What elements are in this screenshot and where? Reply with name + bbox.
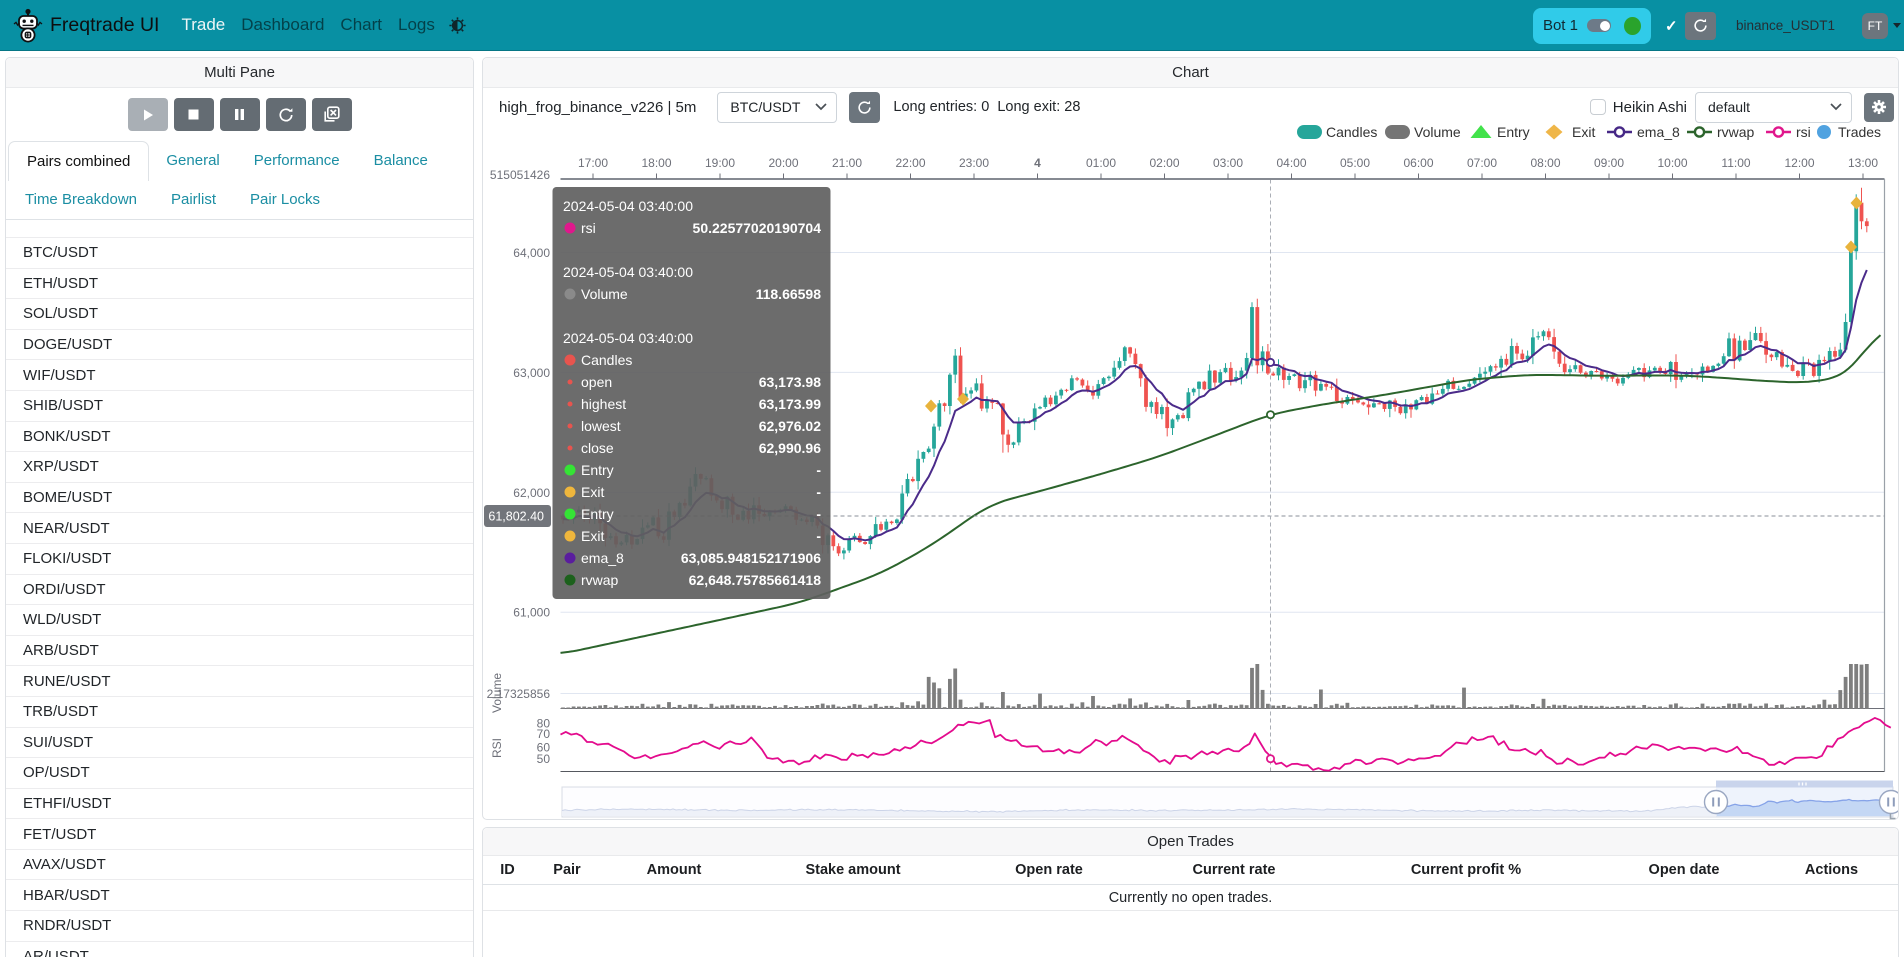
svg-text:close: close — [581, 440, 614, 456]
svg-text:10:00: 10:00 — [1657, 156, 1687, 170]
svg-text:06:00: 06:00 — [1403, 156, 1433, 170]
svg-text:50: 50 — [537, 752, 551, 766]
svg-text:highest: highest — [581, 396, 626, 412]
svg-text:Entry: Entry — [1497, 124, 1530, 140]
svg-text:63,173.98: 63,173.98 — [759, 374, 821, 390]
svg-text:Volume: Volume — [1414, 124, 1461, 140]
svg-text:ema_8: ema_8 — [1637, 124, 1680, 140]
svg-text:22:00: 22:00 — [895, 156, 925, 170]
svg-text:17:00: 17:00 — [578, 156, 608, 170]
svg-text:63,173.99: 63,173.99 — [759, 396, 821, 412]
svg-text:62,000: 62,000 — [513, 486, 550, 500]
svg-text:Trades: Trades — [1838, 124, 1881, 140]
svg-text:07:00: 07:00 — [1467, 156, 1497, 170]
svg-text:Candles: Candles — [581, 352, 632, 368]
svg-text:63,085.948152171906: 63,085.948152171906 — [681, 550, 821, 566]
svg-text:02:00: 02:00 — [1149, 156, 1179, 170]
svg-text:rsi: rsi — [1796, 124, 1811, 140]
svg-text:-: - — [816, 462, 821, 478]
svg-text:-: - — [816, 528, 821, 544]
svg-text:70: 70 — [537, 727, 551, 741]
svg-text:61,802.40: 61,802.40 — [488, 510, 544, 524]
svg-text:03:00: 03:00 — [1213, 156, 1243, 170]
svg-text:62,648.75785661418: 62,648.75785661418 — [689, 572, 822, 588]
svg-text:12:00: 12:00 — [1784, 156, 1814, 170]
svg-text:09:00: 09:00 — [1594, 156, 1624, 170]
svg-text:62,976.02: 62,976.02 — [759, 418, 821, 434]
svg-text:62,990.96: 62,990.96 — [759, 440, 821, 456]
svg-text:Entry: Entry — [581, 506, 614, 522]
svg-text:Exit: Exit — [581, 528, 604, 544]
svg-text:118.66598: 118.66598 — [756, 286, 822, 302]
svg-text:50.22577020190704: 50.22577020190704 — [693, 220, 822, 236]
svg-text:2024-05-04 03:40:00: 2024-05-04 03:40:00 — [563, 330, 693, 346]
svg-text:open: open — [581, 374, 612, 390]
svg-text:Candles: Candles — [1326, 124, 1377, 140]
svg-text:lowest: lowest — [581, 418, 621, 434]
svg-text:13:00: 13:00 — [1848, 156, 1878, 170]
svg-text:21:00: 21:00 — [832, 156, 862, 170]
svg-text:01:00: 01:00 — [1086, 156, 1116, 170]
svg-text:515051426: 515051426 — [490, 168, 550, 182]
svg-text:Volume: Volume — [581, 286, 628, 302]
svg-text:2024-05-04 03:40:00: 2024-05-04 03:40:00 — [563, 198, 693, 214]
svg-text:rsi: rsi — [581, 220, 596, 236]
svg-text:20:00: 20:00 — [768, 156, 798, 170]
svg-text:63,000: 63,000 — [513, 366, 550, 380]
svg-text:Entry: Entry — [581, 462, 614, 478]
svg-text:23:00: 23:00 — [959, 156, 989, 170]
svg-text:18:00: 18:00 — [641, 156, 671, 170]
svg-text:19:00: 19:00 — [705, 156, 735, 170]
svg-text:64,000: 64,000 — [513, 246, 550, 260]
svg-text:61,000: 61,000 — [513, 606, 550, 620]
svg-text:RSI: RSI — [490, 738, 504, 758]
svg-text:05:00: 05:00 — [1340, 156, 1370, 170]
svg-text:04:00: 04:00 — [1276, 156, 1306, 170]
svg-text:4: 4 — [1034, 156, 1041, 170]
svg-text:Exit: Exit — [581, 484, 604, 500]
svg-text:Exit: Exit — [1572, 124, 1595, 140]
svg-text:Volume: Volume — [490, 673, 504, 713]
svg-text:11:00: 11:00 — [1721, 156, 1750, 170]
svg-text:2024-05-04 03:40:00: 2024-05-04 03:40:00 — [563, 264, 693, 280]
svg-text:-: - — [816, 506, 821, 522]
svg-text:-: - — [816, 484, 821, 500]
svg-text:rvwap: rvwap — [1717, 124, 1755, 140]
svg-text:08:00: 08:00 — [1530, 156, 1560, 170]
svg-text:ema_8: ema_8 — [581, 550, 624, 566]
svg-text:rvwap: rvwap — [581, 572, 619, 588]
